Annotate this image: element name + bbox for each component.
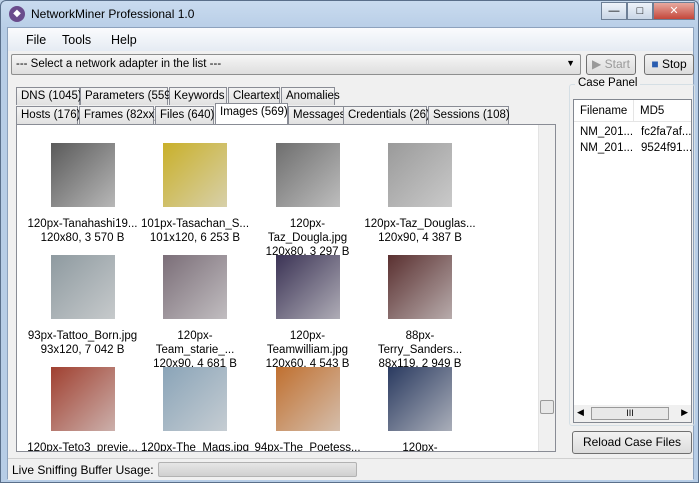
image-item[interactable]: 120px-Taz_Douglas... 120x90, 4 387 B — [364, 143, 477, 245]
tab-messages[interactable]: Messages — [288, 106, 349, 124]
image-filename: 120px-The_coachi.jpg — [402, 442, 438, 452]
image-item[interactable]: 120px-Tanahashi19... 120x80, 3 570 B — [26, 143, 139, 245]
tab-credentials[interactable]: Credentials (26) — [343, 106, 430, 124]
window-title: NetworkMiner Professional 1.0 — [31, 7, 195, 21]
image-item[interactable]: 94px-The_Poetess... — [251, 367, 364, 452]
image-thumbnail[interactable] — [275, 367, 340, 431]
image-thumbnail[interactable] — [163, 367, 227, 431]
scrollbar-thumb[interactable]: III — [591, 407, 669, 420]
image-filename: 120px-Tanahashi19... — [27, 218, 138, 230]
play-icon: ▶ — [592, 57, 605, 71]
case-panel: Case Panel Filename MD5 NM_201... fc2fa7… — [569, 77, 695, 426]
image-info: 120x90, 4 387 B — [378, 232, 462, 244]
case-row-filename[interactable]: NM_201... — [580, 142, 633, 154]
image-thumbnail[interactable] — [50, 255, 115, 319]
image-thumbnail[interactable] — [50, 367, 115, 431]
case-file-list[interactable]: Filename MD5 NM_201... fc2fa7af... NM_20… — [573, 99, 692, 423]
tab-anomalies[interactable]: Anomalies — [281, 87, 340, 105]
tab-images[interactable]: Images (569) — [215, 103, 288, 124]
case-row-md5[interactable]: fc2fa7af... — [641, 126, 691, 138]
image-thumbnail[interactable] — [388, 255, 452, 319]
app-window: ◆ NetworkMiner Professional 1.0 — □ ✕ Fi… — [0, 0, 699, 483]
image-item[interactable]: 120px-Teto3_previe... — [26, 367, 139, 452]
tab-parameters[interactable]: Parameters (559) — [80, 87, 174, 105]
app-logo-icon: ◆ — [9, 6, 25, 22]
horizontal-scrollbar[interactable]: ◀ III ▶ — [574, 405, 691, 422]
image-filename: 120px-Taz_Douglas... — [364, 218, 476, 230]
image-info: 101x120, 6 253 B — [149, 232, 241, 244]
adapter-select[interactable]: --- Select a network adapter in the list… — [11, 54, 581, 75]
image-filename: 88px-Terry_Sanders... — [377, 330, 463, 356]
image-thumbnail[interactable] — [388, 143, 452, 207]
image-item[interactable]: 120px-Teamwilliam.jpg 120x60, 4 543 B — [251, 255, 364, 371]
image-item[interactable]: 120px-The_Mags.jpg — [139, 367, 252, 452]
image-thumbnail[interactable] — [388, 367, 452, 431]
image-info: 120x80, 3 570 B — [40, 232, 125, 244]
case-row-md5[interactable]: 9524f91... — [641, 142, 691, 154]
image-item[interactable]: 120px-The_coachi.jpg — [364, 367, 477, 452]
reload-case-files-button[interactable]: Reload Case Files — [572, 431, 692, 454]
menu-tools[interactable]: Tools — [62, 33, 91, 47]
image-item[interactable]: 93px-Tattoo_Born.jpg 93x120, 7 042 B — [26, 255, 139, 357]
menu-file[interactable]: File — [26, 33, 46, 47]
start-label: Start — [604, 57, 630, 71]
image-filename: 94px-The_Poetess... — [254, 442, 361, 452]
menu-bar: File Tools Help — [8, 28, 693, 51]
image-thumbnail[interactable] — [163, 255, 227, 319]
adapter-select-value: --- Select a network adapter in the list… — [16, 58, 222, 70]
image-item[interactable]: 101px-Tasachan_S... 101x120, 6 253 B — [139, 143, 252, 245]
image-item[interactable]: 88px-Terry_Sanders... 88x119, 2 949 B — [364, 255, 477, 371]
image-thumbnail[interactable] — [275, 255, 340, 319]
image-filename: 120px-Taz_Dougla.jpg — [267, 218, 348, 244]
tab-hosts[interactable]: Hosts (176) — [16, 106, 80, 124]
scrollbar-thumb[interactable] — [540, 400, 554, 414]
buffer-usage-label: Live Sniffing Buffer Usage: — [12, 463, 154, 477]
stop-button[interactable]: ■ Stop — [644, 54, 694, 75]
scroll-left-icon[interactable]: ◀ — [577, 407, 584, 418]
close-button[interactable]: ✕ — [653, 2, 695, 20]
image-item[interactable]: 120px-Taz_Dougla.jpg 120x80, 3 297 B — [251, 143, 364, 259]
image-info: 93x120, 7 042 B — [40, 344, 125, 356]
image-thumbnail[interactable] — [275, 143, 340, 207]
case-row-filename[interactable]: NM_201... — [580, 126, 633, 138]
vertical-scrollbar[interactable] — [538, 125, 555, 451]
menu-help[interactable]: Help — [111, 33, 137, 47]
image-item[interactable]: 120px-Team_starie_... 120x90, 4 681 B — [139, 255, 252, 371]
tab-frames[interactable]: Frames (82xx) — [79, 106, 158, 124]
image-filename: 93px-Tattoo_Born.jpg — [27, 330, 138, 342]
column-filename[interactable]: Filename — [574, 100, 634, 122]
start-button[interactable]: ▶ Start — [586, 54, 636, 75]
client-area: File Tools Help --- Select a network ada… — [7, 27, 695, 480]
stop-icon: ■ — [651, 57, 662, 71]
case-panel-title: Case Panel — [575, 77, 641, 89]
image-thumbnail[interactable] — [50, 143, 115, 207]
column-md5[interactable]: MD5 — [634, 100, 691, 122]
chevron-down-icon: ▼ — [566, 58, 575, 68]
tab-sessions[interactable]: Sessions (108) — [428, 106, 510, 124]
image-filename: 120px-The_Mags.jpg — [140, 442, 250, 452]
maximize-button[interactable]: □ — [627, 2, 653, 20]
buffer-usage-progress — [158, 462, 357, 477]
image-filename: 120px-Teto3_previe... — [27, 442, 138, 452]
minimize-button[interactable]: — — [601, 2, 627, 20]
images-panel: 120px-Tanahashi19... 120x80, 3 570 B 101px… — [16, 124, 556, 452]
tab-files[interactable]: Files (640) — [155, 106, 214, 124]
stop-label: Stop — [661, 57, 687, 71]
tab-dns[interactable]: DNS (1045) — [16, 87, 82, 105]
scroll-right-icon[interactable]: ▶ — [681, 407, 688, 418]
image-filename: 120px-Teamwilliam.jpg — [266, 330, 349, 356]
status-bar: Live Sniffing Buffer Usage: — [8, 458, 693, 480]
image-thumbnail[interactable] — [163, 143, 227, 207]
image-filename: 120px-Team_starie_... — [155, 330, 235, 356]
image-filename: 101px-Tasachan_S... — [140, 218, 250, 230]
